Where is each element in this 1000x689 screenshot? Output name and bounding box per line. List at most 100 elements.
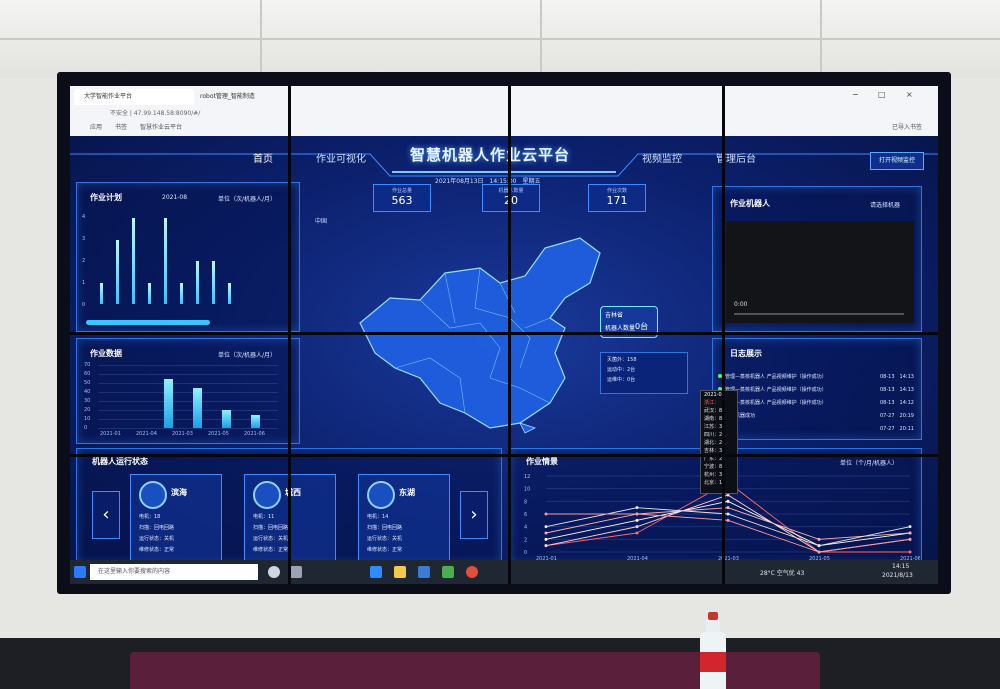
- dropdown-item[interactable]: 浙江：: [701, 399, 737, 407]
- log-time: 08-13 14:12: [880, 400, 914, 406]
- data-bar: [222, 410, 231, 428]
- work-y-tick: 6: [524, 512, 527, 518]
- work-y-tick: 2: [524, 537, 527, 543]
- region-dropdown[interactable]: 2021-06 浙江： 武汉：8 湖南：8 江苏：3 四川：2 湖北：2 吉林：3 广东：2 宁…: [700, 390, 738, 494]
- store-icon[interactable]: [418, 566, 430, 578]
- dropdown-item[interactable]: 湖南：8: [701, 415, 737, 423]
- data-y-tick: 70: [84, 362, 91, 368]
- plan-bar: [180, 282, 183, 304]
- log-time: 08-13 14:13: [880, 387, 914, 393]
- dropdown-item[interactable]: 宁波：8: [701, 463, 737, 471]
- plan-bar: [164, 218, 167, 304]
- work-point: [908, 550, 912, 554]
- plan-bar: [228, 282, 231, 304]
- taskbar-search[interactable]: 在这里输入你要搜索的内容: [90, 564, 258, 580]
- robot-info-line: 运行状态：关机: [367, 536, 403, 542]
- robot-card[interactable]: 东湖 电机：14 扫描：回电回路 运行状态：关机 维修状态：正常: [358, 474, 450, 568]
- dropdown-item[interactable]: 杭州：3: [701, 471, 737, 479]
- robot-info-line: 维修状态：正常: [367, 547, 403, 553]
- maximize-icon[interactable]: □: [878, 90, 886, 99]
- data-bar: [251, 414, 260, 428]
- work-point: [908, 525, 912, 529]
- robot-info-line: 扫描：回电回路: [139, 525, 175, 531]
- robot-info-line: 运行状态：关机: [253, 536, 289, 542]
- plan-unit: 单位（次/机器人/月）: [218, 196, 277, 203]
- windows-taskbar: 在这里输入你要搜索的内容 28°C 空气优 43 14:15 2021/8/13: [70, 560, 938, 584]
- data-gridline: [98, 383, 278, 384]
- imported-bookmarks-link[interactable]: 已导入书签: [892, 122, 922, 131]
- dropdown-item[interactable]: 北京：12: [701, 479, 737, 487]
- nav-home[interactable]: 首页: [253, 150, 273, 165]
- windows-start-icon[interactable]: [74, 566, 86, 578]
- data-y-tick: 50: [84, 380, 91, 386]
- robot-info-line: 扫描：回电回路: [253, 525, 289, 531]
- chrome-icon[interactable]: [466, 566, 478, 578]
- data-gridline: [98, 365, 278, 366]
- work-point: [635, 512, 639, 516]
- bookmark-platform[interactable]: 智慧作业云平台: [140, 122, 182, 131]
- work-y-tick: 10: [524, 487, 530, 493]
- work-point: [544, 512, 548, 516]
- robot-info-line: 维修状态：正常: [139, 547, 175, 553]
- video-player[interactable]: 0:00: [726, 221, 914, 323]
- robot-icon: [139, 481, 167, 509]
- video-progress[interactable]: [734, 313, 904, 315]
- robot-select[interactable]: 请选择机器: [870, 200, 900, 209]
- dropdown-item[interactable]: 湖北：2: [701, 439, 737, 447]
- browser-tab-2[interactable]: robot管理_智能制造: [190, 89, 300, 105]
- robot-card[interactable]: 滨海 电机：18 扫描：回电回路 运行状态：关机 维修状态：正常: [130, 474, 222, 568]
- data-bar: [193, 387, 202, 428]
- next-arrow-icon[interactable]: ›: [460, 491, 488, 539]
- work-point: [544, 544, 548, 548]
- log-row: 管理—蒸核机器人 产品视频维护（操作成功） 08-13 14:12: [718, 399, 918, 409]
- stat-robots: 机器人数量 20: [482, 184, 540, 212]
- close-icon[interactable]: ×: [906, 90, 913, 99]
- page-title: 智慧机器人作业云平台: [410, 146, 571, 164]
- plan-month-select[interactable]: 2021-08: [162, 194, 187, 201]
- dropdown-item[interactable]: 江苏：3: [701, 423, 737, 431]
- taskbar-weather[interactable]: 28°C 空气优 43: [760, 568, 804, 577]
- log-panel-title: 日志展示: [730, 349, 762, 358]
- data-gridline: [98, 401, 278, 402]
- work-point: [635, 525, 639, 529]
- dropdown-item[interactable]: 四川：2: [701, 431, 737, 439]
- tooltip-sub: 机器人数量: [605, 325, 636, 332]
- plan-y-tick: 3: [82, 236, 86, 242]
- cortana-icon[interactable]: [268, 566, 280, 578]
- taskbar-time[interactable]: 14:15: [892, 563, 909, 570]
- robot-info-line: 电机：18: [139, 514, 161, 520]
- map-label: 中国: [315, 218, 328, 225]
- nav-video-monitor[interactable]: 视频监控: [642, 150, 682, 165]
- prev-arrow-icon[interactable]: ‹: [92, 491, 120, 539]
- bookmark-apps[interactable]: 应用: [90, 122, 102, 131]
- dropdown-item[interactable]: 武汉：8: [701, 407, 737, 415]
- tile-seam: [288, 86, 291, 584]
- minimize-icon[interactable]: −: [852, 90, 859, 99]
- bookmark-books[interactable]: 书签: [115, 122, 127, 131]
- plan-scrollbar[interactable]: [86, 320, 210, 325]
- open-video-button[interactable]: 打开视频监控: [870, 152, 924, 170]
- robot-name: 滨海: [171, 488, 187, 497]
- stat-robots-value: 20: [504, 194, 518, 207]
- log-text: 管理—蒸核机器人 产品视频维护（操作成功）: [725, 374, 827, 380]
- data-panel-title: 作业数据: [90, 349, 122, 358]
- file-explorer-icon[interactable]: [394, 566, 406, 578]
- plan-panel-title: 作业计划: [90, 193, 122, 202]
- browser-tab-1[interactable]: 大学智能作业平台: [74, 89, 194, 105]
- work-point: [817, 537, 821, 541]
- nav-visualization[interactable]: 作业可视化: [316, 150, 366, 165]
- browser-chrome: 大学智能作业平台 robot管理_智能制造 不安全 | 47.99.148.58…: [70, 86, 938, 136]
- robot-panel-title: 作业机器人: [730, 199, 770, 208]
- stat-robots-label: 机器人数量: [483, 187, 539, 194]
- work-series-line: [545, 494, 911, 553]
- data-gridline: [98, 428, 278, 429]
- plan-bar: [148, 282, 151, 304]
- edge-icon[interactable]: [370, 566, 382, 578]
- tile-seam: [70, 454, 938, 457]
- task-view-icon[interactable]: [290, 566, 302, 578]
- robot-info-line: 电机：11: [253, 514, 275, 520]
- info-line-2: 运动中：2台: [607, 367, 636, 373]
- taskbar-date[interactable]: 2021/8/13: [882, 572, 913, 579]
- plan-bar: [132, 218, 135, 304]
- app-icon[interactable]: [442, 566, 454, 578]
